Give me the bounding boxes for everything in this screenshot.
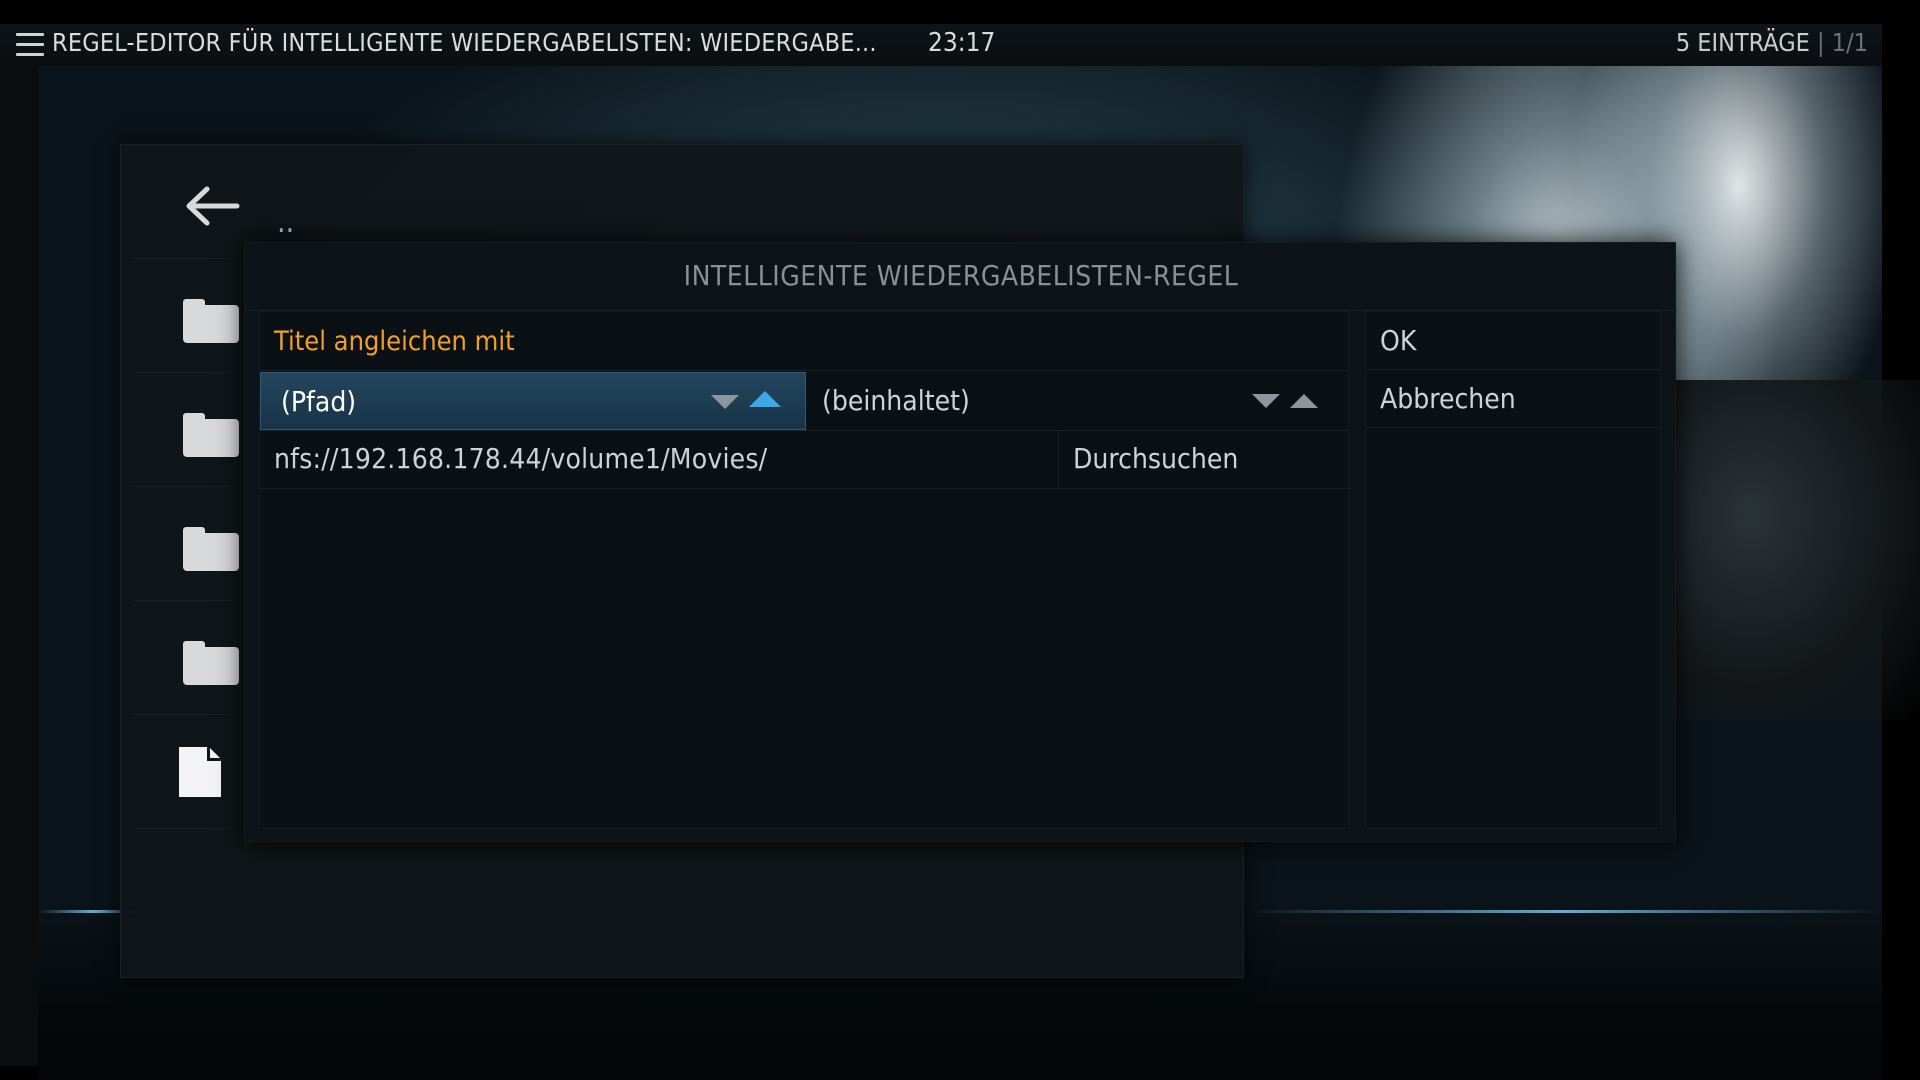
background-rock [1640,380,1920,720]
browser-item[interactable] [133,259,239,373]
item-count: 5 EINTRÄGE | 1/1 [1676,28,1868,57]
browse-button-label: Durchsuchen [1073,442,1239,475]
field-select[interactable]: (Pfad) [260,372,806,430]
clock: 23:17 [928,28,996,58]
browse-button[interactable]: Durchsuchen [1058,430,1350,488]
browser-item-parent[interactable]: .. [133,145,294,259]
file-icon [179,747,221,797]
field-select-value: (Pfad) [281,385,357,418]
count-separator: | [1817,28,1825,57]
folder-icon [183,413,239,457]
operator-select[interactable]: (beinhaltet) [808,372,1350,430]
glow-line-right [1248,910,1878,913]
folder-icon [183,641,239,685]
item-count-label: 5 EINTRÄGE [1675,28,1810,57]
divider [260,488,1350,489]
folder-icon [183,527,239,571]
screen: REGEL-EDITOR FÜR INTELLIGENTE WIEDERGABE… [0,0,1920,1080]
menu-icon[interactable] [16,33,44,57]
dialog-title: INTELLIGENTE WIEDERGABELISTEN-REGEL [683,259,1239,292]
smart-playlist-rule-dialog: INTELLIGENTE WIEDERGABELISTEN-REGEL Tite… [244,242,1677,842]
divider [260,370,1350,371]
parent-folder-label: .. [277,205,295,240]
rule-label: Titel angleichen mit [274,326,515,357]
browser-item[interactable] [133,487,239,601]
operator-up-arrow-icon[interactable] [1290,394,1318,408]
page-indicator: 1/1 [1831,28,1868,57]
field-up-arrow-icon[interactable] [749,391,781,407]
field-down-arrow-icon[interactable] [711,395,739,409]
operator-down-arrow-icon[interactable] [1252,394,1280,408]
dialog-header: INTELLIGENTE WIEDERGABELISTEN-REGEL [245,243,1677,311]
browser-item[interactable] [133,601,239,715]
cancel-button[interactable]: Abbrechen [1366,370,1662,428]
path-input-value: nfs://192.168.178.44/volume1/Movies/ [274,442,768,475]
top-bar: REGEL-EDITOR FÜR INTELLIGENTE WIEDERGABE… [0,24,1882,66]
browser-item[interactable] [133,373,239,487]
path-input[interactable]: nfs://192.168.178.44/volume1/Movies/ [260,430,1056,488]
ok-button[interactable]: OK [1366,312,1662,370]
cancel-button-label: Abbrechen [1380,382,1516,415]
window-title: REGEL-EDITOR FÜR INTELLIGENTE WIEDERGABE… [52,28,877,57]
left-edge [0,66,38,1066]
back-arrow-icon [186,186,240,226]
folder-icon [183,299,239,343]
ok-button-label: OK [1380,324,1417,357]
dialog-buttons: OK Abbrechen [1365,311,1662,829]
rule-editor-area: Titel angleichen mit (Pfad) (beinhaltet)… [259,311,1350,829]
browser-item[interactable] [133,715,231,829]
operator-select-value: (beinhaltet) [822,384,970,417]
